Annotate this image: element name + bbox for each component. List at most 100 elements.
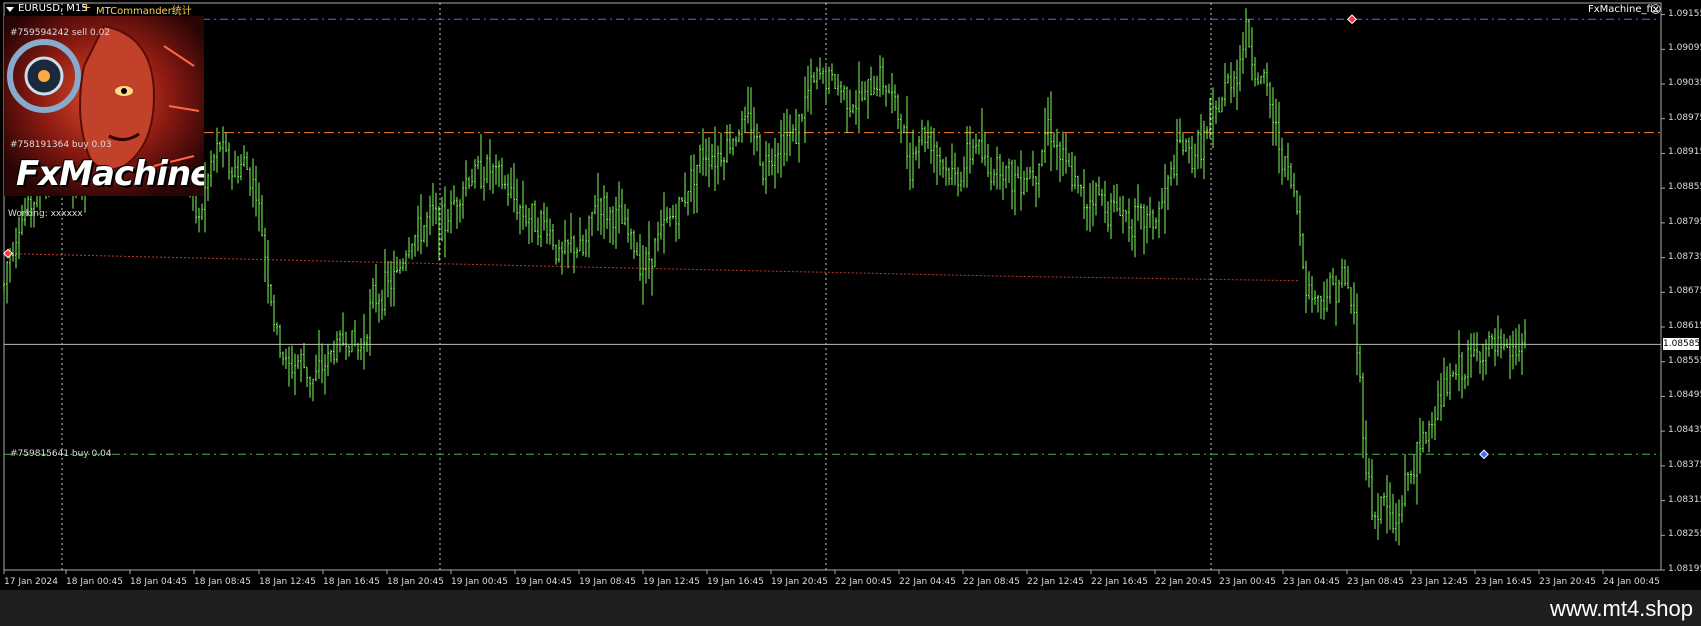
candle-bar [1029,166,1031,180]
trade-arrow-icon[interactable] [3,248,13,259]
candle-bar [1308,271,1310,300]
candle-bar [1242,31,1244,74]
candle-bar [315,354,317,382]
candle-bar [444,186,446,258]
candle-bar [1191,135,1193,174]
candle-bar [18,216,20,259]
candle-bar [1371,459,1373,521]
candle-bar [1233,70,1235,98]
candle-bar [1260,75,1262,85]
candle-bar [1041,149,1043,167]
candle-bar [306,366,308,388]
candle-bar [519,204,521,235]
trade-arrow-icon[interactable] [1479,449,1489,460]
symbol-label: EURUSD, M15 [18,3,88,14]
current-price-label: 1.08585 [1663,338,1701,351]
candle-bar [873,75,875,95]
candle-bar [711,143,713,170]
candle-bar [717,145,719,185]
price-tick-label: 1.08975 [1668,112,1701,123]
plus-icon[interactable]: + [82,1,91,14]
candle-bar [222,126,224,168]
candle-bar [666,206,668,223]
candle-bar [588,215,590,258]
time-tick-label: 22 Jan 12:45 [1027,577,1084,587]
candle-bar [486,154,488,184]
time-tick-label: 23 Jan 00:45 [1219,577,1276,587]
candle-bar [591,211,593,237]
smiley-icon[interactable]: ☺ [1650,3,1661,16]
candle-bar [420,194,422,255]
price-tick-label: 1.08735 [1668,251,1701,262]
candle-bar [1056,128,1058,171]
candle-bar [831,63,833,81]
time-tick-label: 19 Jan 20:45 [771,577,828,587]
candle-bar [1110,193,1112,239]
candle-bar [612,206,614,245]
candle-bar [1329,272,1331,304]
site-watermark: www.mt4.shop [1549,596,1693,621]
candle-bar [291,345,293,379]
candle-bar [432,182,434,227]
candle-bar [288,346,290,387]
candle-bar [660,209,662,240]
candle-bar [327,343,329,376]
candle-bar [216,127,218,173]
candle-bar [702,128,704,176]
candle-bar [681,196,683,202]
candle-bar [999,153,1001,190]
chevron-down-icon[interactable] [6,7,14,12]
candle-bar [1368,458,1370,488]
candle-bar [993,168,995,186]
candle-bar [570,212,572,254]
candle-bar [1146,205,1148,244]
candle-bar [714,126,716,191]
candle-bar [210,150,212,187]
candle-bar [1119,196,1121,216]
candle-bar [834,74,836,89]
candle-bar [954,152,956,186]
footer: www.mt4.shop [0,590,1701,626]
candle-bar [642,245,644,305]
chart-area[interactable]: FxMachine EURUSD, M15 + MTCommander统计 Fx… [0,0,1701,590]
candle-bar [309,376,311,398]
candle-bar [1257,72,1259,86]
candle-bar [1089,183,1091,232]
candle-bar [615,196,617,249]
price-chart[interactable] [0,0,1701,590]
candle-bar [1269,81,1271,119]
candle-bar [375,263,377,313]
candle-bar [1398,499,1400,546]
candle-bar [1350,287,1352,314]
candle-bar [1128,198,1130,243]
trade-arrow-icon[interactable] [1347,14,1357,25]
candle-bar [948,167,950,186]
candle-bar [894,84,896,111]
candle-bar [1311,275,1313,313]
candle-bar [771,148,773,176]
candle-bar [1077,175,1079,194]
candle-bar [1011,159,1013,210]
candle-bar [516,178,518,221]
plot-frame [3,2,1662,571]
candle-bar [1425,431,1427,445]
candle-bar [1155,217,1157,229]
candle-bar [219,141,221,152]
candle-bar [474,159,476,189]
candle-bar [984,132,986,166]
candle-bar [1395,503,1397,542]
candle-bar [789,114,791,157]
candle-bar [303,342,305,369]
candle-bar [1461,351,1463,399]
candle-bar [897,94,899,130]
candle-bar [735,136,737,147]
candle-bar [1380,496,1382,524]
candle-bar [498,160,500,188]
candle-bar [408,237,410,259]
candle-bar [915,146,917,161]
candle-bar [504,175,506,190]
candle-bar [480,134,482,189]
price-tick-label: 1.08495 [1668,390,1701,401]
candle-bar [273,294,275,333]
candle-bar [1389,482,1391,530]
